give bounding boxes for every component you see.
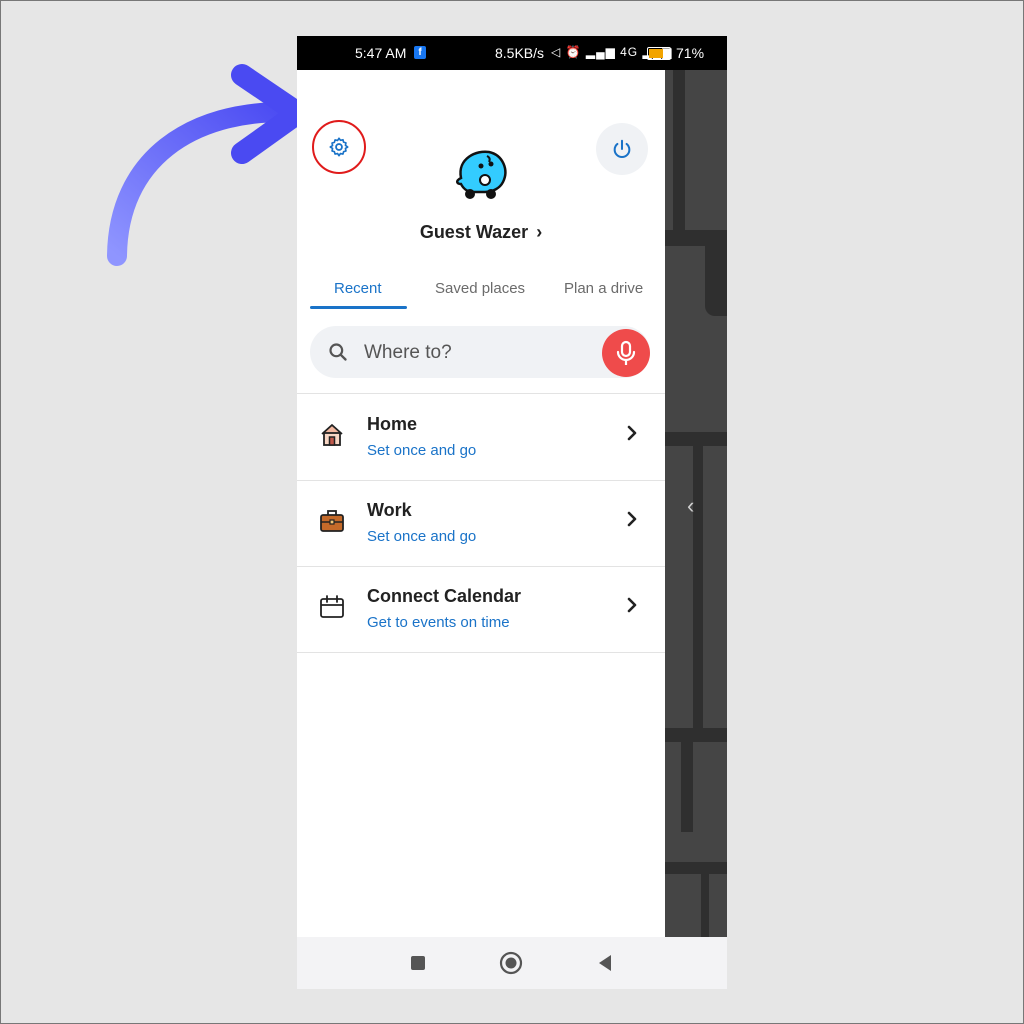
facebook-notification-icon: f [414,46,426,59]
home-nav-button[interactable] [499,951,523,975]
voice-search-button[interactable] [602,329,650,377]
back-button[interactable] [593,951,617,975]
user-profile-link[interactable]: Guest Wazer › [297,222,665,243]
power-button[interactable] [596,123,648,175]
chevron-right-icon: › [536,222,543,242]
back-triangle-icon [599,955,611,971]
search-bar[interactable] [310,326,650,378]
row-subtitle: Set once and go [367,528,477,545]
battery-percent: 71% [676,45,705,61]
settings-button[interactable] [324,132,354,162]
circle-icon [499,951,523,975]
map-view[interactable]: ‹ [665,70,727,937]
list-item-connect-calendar[interactable]: Connect Calendar Get to events on time [297,566,665,652]
row-subtitle: Set once and go [367,442,477,459]
phone-screen: 5:47 AM f 8.5KB/s ◁ ⏰ ▂▄▆ 4G ▂▄▆ 71% ‹ G… [297,36,727,989]
search-icon [329,343,347,361]
gear-icon [329,137,349,157]
tab-saved-places[interactable]: Saved places [435,280,525,297]
row-title: Work [367,500,412,520]
tab-recent[interactable]: Recent [334,280,382,297]
calendar-icon [320,595,344,618]
tab-plan-a-drive[interactable]: Plan a drive [564,280,643,297]
chevron-right-icon [627,597,637,613]
chevron-right-icon [627,511,637,527]
status-bar: 5:47 AM f 8.5KB/s ◁ ⏰ ▂▄▆ 4G ▂▄▆ 71% [297,36,727,70]
waze-mascot-icon[interactable] [453,148,509,202]
active-tab-indicator [310,306,407,309]
power-icon [613,139,631,158]
home-icon [321,424,343,446]
status-time: 5:47 AM [355,45,407,61]
android-nav-bar [297,937,727,989]
square-icon [411,956,425,970]
network-speed: 8.5KB/s [495,45,545,61]
row-title: Home [367,414,418,434]
divider [297,652,665,653]
collapse-panel-chevron[interactable]: ‹ [687,493,694,519]
chevron-right-icon [627,425,637,441]
briefcase-icon [320,510,344,532]
list-item-work[interactable]: Work Set once and go [297,480,665,566]
row-title: Connect Calendar [367,586,522,606]
row-subtitle: Get to events on time [367,614,510,631]
battery-icon [647,47,671,60]
search-input[interactable] [362,339,586,367]
user-name: Guest Wazer [419,222,529,242]
list-item-home[interactable]: Home Set once and go [297,394,665,480]
main-menu-panel: Guest Wazer › Recent Saved places Plan a … [297,70,665,937]
recents-button[interactable] [406,951,430,975]
microphone-icon [616,340,636,365]
